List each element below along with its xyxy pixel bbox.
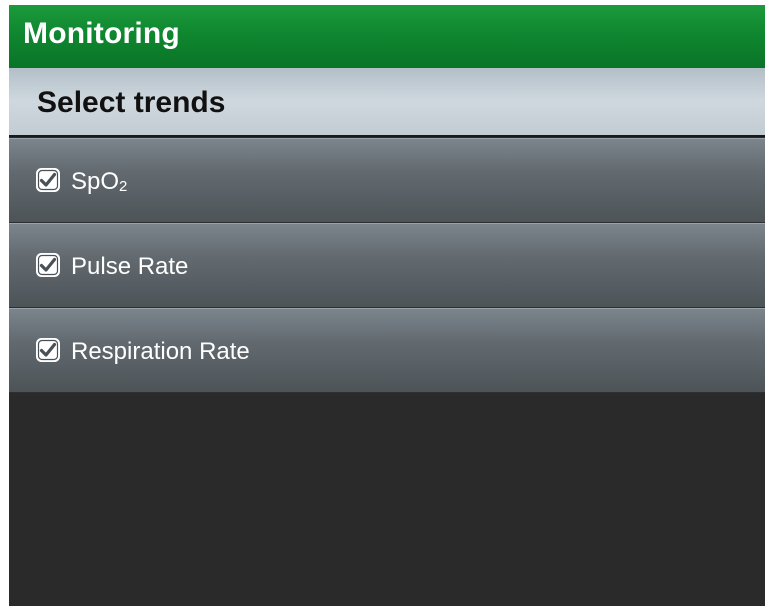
section-header: Select trends bbox=[9, 68, 765, 137]
trend-list: SpO2 Pulse Rate Respiration Rate bbox=[9, 138, 765, 393]
trend-label: Respiration Rate bbox=[71, 338, 250, 365]
checkbox-checked-icon[interactable] bbox=[35, 167, 61, 193]
trend-item-pulse-rate[interactable]: Pulse Rate bbox=[9, 223, 765, 308]
trend-label: SpO2 bbox=[71, 168, 128, 195]
section-title: Select trends bbox=[37, 86, 226, 119]
title-bar: Monitoring bbox=[9, 5, 765, 68]
checkbox-checked-icon[interactable] bbox=[35, 337, 61, 363]
checkbox-checked-icon[interactable] bbox=[35, 252, 61, 278]
trend-label: Pulse Rate bbox=[71, 253, 189, 280]
monitor-screen: Monitoring Select trends SpO2 Pulse Rate bbox=[9, 5, 765, 606]
trend-item-respiration-rate[interactable]: Respiration Rate bbox=[9, 308, 765, 393]
page-title: Monitoring bbox=[23, 17, 180, 50]
trend-item-spo2[interactable]: SpO2 bbox=[9, 138, 765, 223]
